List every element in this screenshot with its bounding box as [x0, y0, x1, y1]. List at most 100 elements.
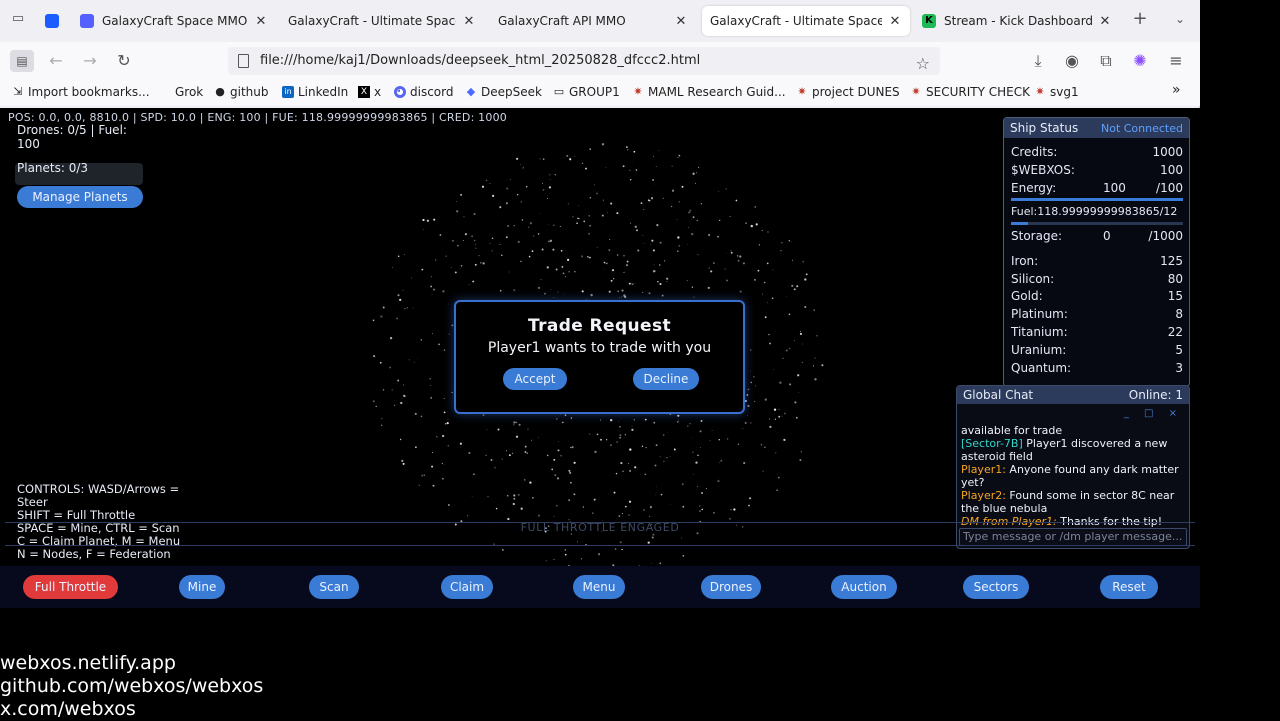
auction-button[interactable]: Auction [831, 575, 897, 599]
bookmark-star-icon[interactable]: ☆ [916, 50, 930, 78]
bookmark-x[interactable]: Xx [358, 85, 381, 99]
chat-message: Player1: Anyone found any dark matter ye… [961, 463, 1187, 489]
manage-planets-button[interactable]: Manage Planets [17, 186, 143, 208]
connection-status[interactable]: Not Connected [1101, 122, 1183, 135]
star [422, 228, 424, 230]
star [761, 229, 763, 232]
browser-chrome: ▭ GalaxyCraft Space MMO De ✕ GalaxyCraft… [0, 0, 1200, 108]
downloads-icon[interactable]: ⤓ [1026, 50, 1050, 72]
new-tab-button[interactable]: + [1128, 8, 1152, 30]
star [578, 205, 579, 206]
scan-button[interactable]: Scan [309, 575, 359, 599]
close-tab-icon[interactable]: ✕ [674, 14, 688, 29]
bookmark-dunes[interactable]: ✷ project DUNES [796, 85, 899, 99]
mine-button[interactable]: Mine [179, 575, 225, 599]
footer-link[interactable]: webxos.netlify.app [0, 652, 263, 675]
star [634, 283, 635, 284]
footer-link[interactable]: github.com/webxos/webxos [0, 675, 263, 698]
bookmark-discord[interactable]: ◕ discord [394, 85, 453, 99]
star [432, 333, 434, 335]
resource-row: Iron: 125 [1011, 253, 1183, 269]
tab-1[interactable]: GalaxyCraft - Ultimate Space M ✕ [280, 6, 484, 36]
star [460, 268, 462, 269]
star [481, 185, 485, 188]
star [637, 249, 640, 252]
game-viewport[interactable]: POS: 0.0, 0.0, 8810.0 | SPD: 10.0 | ENG:… [0, 108, 1200, 608]
resource-name: Uranium: [1011, 343, 1067, 357]
chat-messages: available for trade [Sector-7B] Player1 … [961, 424, 1187, 528]
star [438, 343, 440, 346]
bookmark-deepseek[interactable]: ◆ DeepSeek [465, 85, 542, 99]
star [659, 264, 661, 266]
claim-button[interactable]: Claim [441, 575, 493, 599]
footer-link[interactable]: x.com/webxos [0, 698, 263, 721]
pinned-tab[interactable] [42, 6, 62, 36]
star [618, 515, 621, 517]
star [447, 445, 449, 447]
bookmark-grok[interactable]: Grok [175, 85, 203, 99]
sidebar-toggle-icon[interactable]: ▤ [10, 50, 34, 72]
star [700, 420, 703, 422]
tab-3-active[interactable]: GalaxyCraft - Ultimate Space M ✕ [702, 6, 910, 36]
star [710, 270, 713, 273]
reload-icon[interactable]: ↻ [112, 50, 136, 72]
star [717, 480, 720, 483]
star [564, 414, 567, 416]
credits-label: Credits: [1011, 145, 1058, 159]
star [549, 179, 551, 181]
reset-button[interactable]: Reset [1100, 575, 1158, 599]
close-tab-icon[interactable]: ✕ [254, 14, 268, 29]
tab-2[interactable]: GalaxyCraft API MMO ✕ [490, 6, 696, 36]
extensions-icon[interactable]: ⧉ [1094, 50, 1118, 72]
bookmark-linkedin[interactable]: in LinkedIn [282, 85, 348, 99]
star [513, 424, 515, 426]
star [593, 498, 596, 501]
forward-arrow-icon[interactable]: → [78, 50, 102, 72]
drones-button[interactable]: Drones [701, 575, 761, 599]
star [508, 271, 510, 273]
bookmark-import[interactable]: ⇲ Import bookmarks... [12, 85, 149, 99]
decline-button[interactable]: Decline [633, 368, 699, 390]
drones-fuel-readout: Drones: 0/5 | Fuel: 100 [17, 123, 127, 151]
copilot-icon[interactable]: ✺ [1128, 50, 1152, 72]
kick-favicon-icon: K [922, 14, 936, 28]
star [725, 188, 727, 190]
star [737, 443, 740, 445]
bookmarks-overflow-chevron-icon[interactable]: » [1172, 82, 1181, 98]
star [565, 554, 567, 556]
star [411, 277, 413, 279]
ship-status-header: Ship Status Not Connected [1004, 118, 1189, 138]
menu-hamburger-icon[interactable]: ≡ [1164, 50, 1188, 72]
close-tab-icon[interactable]: ✕ [1098, 14, 1112, 29]
star [553, 224, 555, 226]
star [415, 446, 417, 449]
star [623, 271, 625, 274]
star [648, 292, 651, 295]
star [445, 255, 447, 257]
chat-window-controls[interactable]: _ □ × [1124, 408, 1183, 419]
star [754, 385, 756, 387]
bookmark-security[interactable]: ✷ SECURITY CHECK [910, 85, 1030, 99]
close-tab-icon[interactable]: ✕ [462, 14, 476, 29]
star [621, 296, 623, 298]
tab-overflow-chevron-icon[interactable]: ⌄ [1168, 8, 1192, 30]
tab-4[interactable]: K Stream - Kick Dashboard ✕ [914, 6, 1120, 36]
chat-message: [Sector-7B] Player1 discovered a new ast… [961, 437, 1187, 463]
sectors-button[interactable]: Sectors [963, 575, 1029, 599]
tab-list-icon[interactable]: ▭ [6, 8, 30, 30]
star [554, 174, 556, 176]
resource-value: 125 [1160, 254, 1183, 268]
url-bar[interactable]: file:///home/kaj1/Downloads/deepseek_htm… [228, 47, 940, 75]
bookmark-github[interactable]: ● github [214, 85, 268, 99]
close-tab-icon[interactable]: ✕ [888, 14, 902, 29]
account-icon[interactable]: ◉ [1060, 50, 1084, 72]
tab-0[interactable]: GalaxyCraft Space MMO De ✕ [72, 6, 276, 36]
accept-button[interactable]: Accept [503, 368, 567, 390]
menu-button[interactable]: Menu [573, 575, 625, 599]
bookmark-group1[interactable]: ▭ GROUP1 [553, 85, 620, 99]
bookmark-svg1[interactable]: ✷ svg1 [1034, 85, 1078, 99]
back-arrow-icon[interactable]: ← [44, 50, 68, 72]
bookmark-maml[interactable]: ✷ MAML Research Guid... [632, 85, 785, 99]
full-throttle-button[interactable]: Full Throttle [23, 575, 118, 599]
star [626, 149, 629, 151]
